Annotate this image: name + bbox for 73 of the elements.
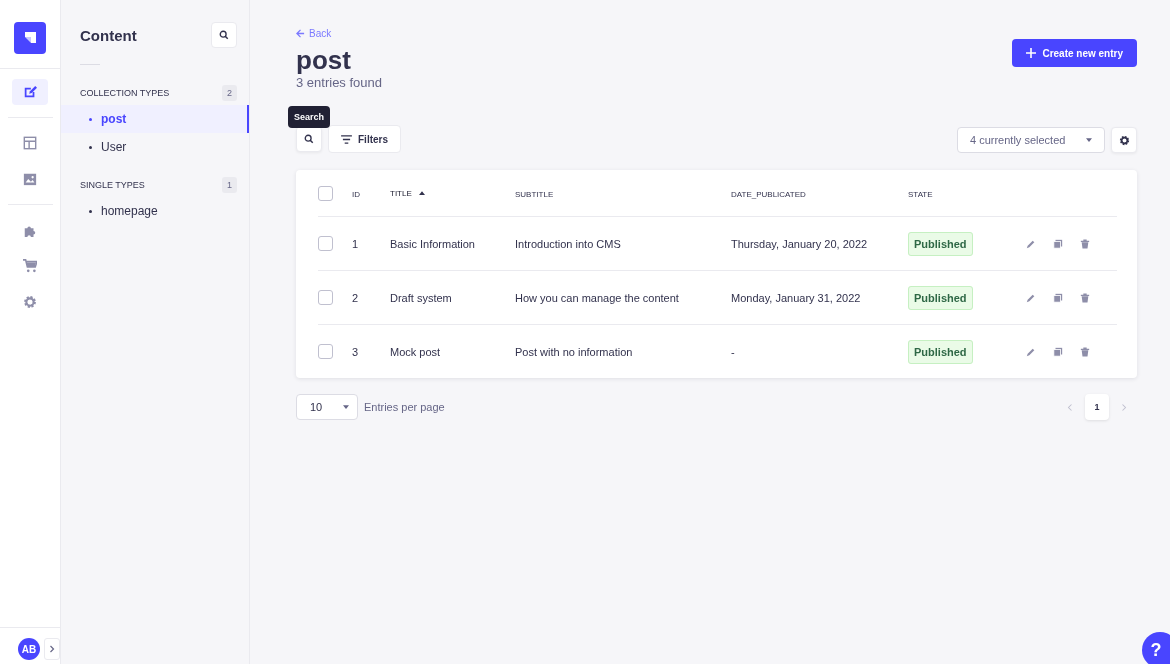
column-header[interactable]: STATE — [908, 190, 933, 199]
table-cell: Introduction into CMS — [515, 237, 621, 250]
column-header[interactable]: DATE_PUBLICATED — [731, 190, 806, 199]
duplicate-icon[interactable] — [1053, 292, 1063, 303]
pen-icon — [23, 85, 37, 99]
expand-button[interactable] — [44, 638, 60, 660]
section-heading: COLLECTION TYPES — [80, 88, 170, 98]
table-cell: Thursday, January 20, 2022 — [731, 237, 868, 250]
status-badge: Published — [908, 231, 973, 256]
table-cell: 2 — [352, 291, 359, 304]
search-icon — [304, 134, 314, 144]
row-checkbox[interactable] — [318, 236, 333, 251]
plus-icon — [1026, 48, 1037, 58]
table-cell: - — [731, 345, 735, 358]
select-all-checkbox[interactable] — [318, 185, 333, 201]
column-header[interactable]: SUBTITLE — [515, 190, 554, 199]
caret-down-icon — [343, 405, 349, 409]
filters-button[interactable]: Filters — [328, 125, 401, 153]
help-button[interactable]: ? — [1142, 632, 1170, 664]
table-cell: Monday, January 31, 2022 — [731, 291, 861, 304]
table-cell: Mock post — [390, 345, 441, 358]
arrow-left-icon — [296, 29, 305, 38]
row-checkbox[interactable] — [318, 344, 333, 359]
settings-icon — [23, 295, 37, 309]
count-badge: 1 — [222, 177, 237, 193]
page-title: post — [296, 45, 352, 75]
sidebar-item[interactable]: post — [61, 105, 249, 133]
page-number[interactable]: 1 — [1085, 394, 1109, 420]
sidebar-title: Content — [80, 26, 137, 44]
duplicate-icon[interactable] — [1053, 346, 1063, 357]
trash-icon[interactable] — [1080, 292, 1090, 303]
layout-icon — [23, 136, 37, 150]
settings-icon — [1118, 134, 1130, 146]
section-heading: SINGLE TYPES — [80, 180, 145, 190]
sort-ascending-icon — [418, 191, 425, 195]
pencil-icon[interactable] — [1026, 346, 1036, 357]
pencil-icon[interactable] — [1026, 292, 1036, 303]
create-entry-button[interactable]: Create new entry — [1012, 39, 1137, 67]
column-header[interactable]: ID — [352, 190, 360, 199]
pencil-icon[interactable] — [1026, 238, 1036, 249]
search-button[interactable] — [296, 126, 322, 152]
table-cell: Basic Information — [390, 237, 475, 250]
trash-icon[interactable] — [1080, 346, 1090, 357]
sidebar-item[interactable]: homepage — [61, 197, 249, 225]
search-icon — [219, 30, 229, 40]
nav-item[interactable] — [12, 79, 48, 105]
sidebar-item[interactable]: User — [61, 133, 249, 161]
page-size-label: Entries per page — [364, 401, 445, 413]
count-badge: 2 — [222, 85, 237, 101]
tooltip: Search — [288, 106, 331, 128]
chevron-right-icon — [49, 645, 55, 653]
image-icon — [23, 172, 37, 186]
cart-icon — [23, 259, 37, 273]
duplicate-icon[interactable] — [1053, 238, 1063, 249]
search-button[interactable] — [211, 22, 237, 48]
logo-icon[interactable] — [14, 22, 46, 54]
table-cell: 3 — [352, 345, 359, 358]
table-cell: Draft system — [390, 291, 452, 304]
row-checkbox[interactable] — [318, 290, 333, 305]
column-header[interactable]: TITLE — [390, 188, 412, 198]
settings-button[interactable] — [1111, 127, 1137, 153]
user-avatar[interactable]: AB — [18, 638, 40, 660]
trash-icon[interactable] — [1080, 238, 1090, 249]
entries-count: 3 entries found — [296, 75, 382, 90]
columns-dropdown[interactable]: 4 currently selected — [957, 127, 1105, 153]
caret-down-icon — [1086, 138, 1092, 142]
page-size-dropdown[interactable]: 10 — [296, 394, 358, 420]
table-cell: How you can manage the content — [515, 291, 679, 304]
status-badge: Published — [908, 339, 973, 364]
table-cell: 1 — [352, 237, 359, 250]
status-badge: Published — [908, 285, 973, 310]
table-cell: Post with no information — [515, 345, 633, 358]
filter-icon — [341, 134, 352, 144]
